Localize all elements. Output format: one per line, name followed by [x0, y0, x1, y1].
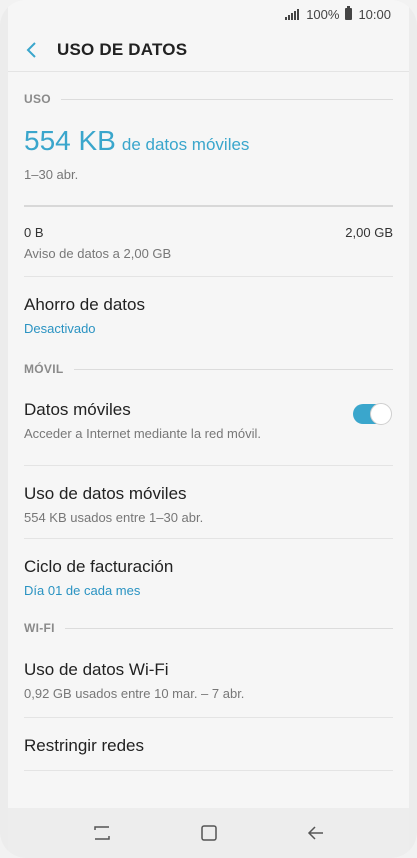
home-button[interactable]: [189, 813, 229, 853]
recents-icon: [93, 826, 110, 840]
section-divider: [64, 627, 393, 629]
nav-back-icon: [307, 826, 323, 840]
section-label-uso: USO: [24, 92, 51, 106]
usage-range: 1–30 abr.: [24, 167, 79, 182]
usage-summary: 554 KB de datos móviles: [8, 125, 409, 163]
section-header-movil: MÓVIL: [8, 346, 409, 392]
app-header: USO DE DATOS: [8, 28, 409, 72]
navigation-bar: [8, 808, 409, 858]
row-subtitle: Acceder a Internet mediante la red móvil…: [24, 426, 262, 441]
section-divider: [60, 98, 393, 100]
back-button[interactable]: [10, 28, 52, 72]
signal-icon: [285, 8, 300, 20]
phone-screen: 100% 10:00 USO DE DATOS USO 554 KB de da…: [0, 0, 417, 858]
page-title: USO DE DATOS: [57, 39, 188, 59]
usage-limits: 0 B 2,00 GB: [8, 207, 409, 240]
row-restringir-redes[interactable]: Restringir redes: [24, 717, 393, 771]
toggle-knob: [370, 403, 392, 425]
settings-content: USO 554 KB de datos móviles 1–30 abr. 0 …: [8, 73, 409, 771]
limit-min: 0 B: [24, 225, 44, 240]
row-uso-datos-wifi[interactable]: Uso de datos Wi-Fi 0,92 GB usados entre …: [24, 646, 393, 717]
row-status: Desactivado: [24, 321, 96, 336]
row-ahorro-de-datos[interactable]: Ahorro de datos Desactivado: [24, 276, 393, 352]
screen-edge-left: [0, 0, 8, 858]
data-warning-text: Aviso de datos a 2,00 GB: [24, 246, 172, 261]
row-title: Ciclo de facturación: [24, 557, 174, 576]
section-header-wifi: WI-FI: [8, 610, 409, 646]
section-label-wifi: WI-FI: [24, 621, 55, 635]
back-arrow-icon: [26, 41, 36, 58]
battery-percentage: 100%: [306, 6, 340, 22]
recents-button[interactable]: [82, 813, 122, 853]
status-bar: 100% 10:00: [0, 0, 417, 28]
row-subtitle: 554 KB usados entre 1–30 abr.: [24, 510, 204, 525]
home-icon: [200, 825, 217, 841]
row-title: Datos móviles: [24, 400, 131, 419]
screen-edge-right: [409, 0, 417, 858]
section-header-uso: USO: [8, 73, 409, 125]
row-title: Uso de datos Wi-Fi: [24, 660, 169, 679]
row-title: Uso de datos móviles: [24, 484, 187, 503]
usage-unit: de datos móviles: [121, 135, 250, 154]
mobile-data-toggle[interactable]: [353, 403, 392, 425]
clock: 10:00: [358, 6, 391, 22]
usage-amount: 554 KB: [24, 125, 116, 156]
row-subtitle: 0,92 GB usados entre 10 mar. – 7 abr.: [24, 686, 245, 701]
row-datos-moviles[interactable]: Datos móviles Acceder a Internet mediant…: [24, 392, 393, 465]
row-subtitle: Día 01 de cada mes: [24, 583, 141, 598]
battery-icon: [345, 6, 353, 20]
section-divider: [73, 368, 393, 370]
row-title: Restringir redes: [24, 736, 144, 755]
system-back-button[interactable]: [296, 813, 336, 853]
row-uso-datos-moviles[interactable]: Uso de datos móviles 554 KB usados entre…: [24, 465, 393, 538]
row-title: Ahorro de datos: [24, 295, 145, 314]
row-ciclo-facturacion[interactable]: Ciclo de facturación Día 01 de cada mes: [24, 538, 393, 610]
section-label-movil: MÓVIL: [24, 362, 64, 376]
limit-max: 2,00 GB: [345, 225, 393, 240]
